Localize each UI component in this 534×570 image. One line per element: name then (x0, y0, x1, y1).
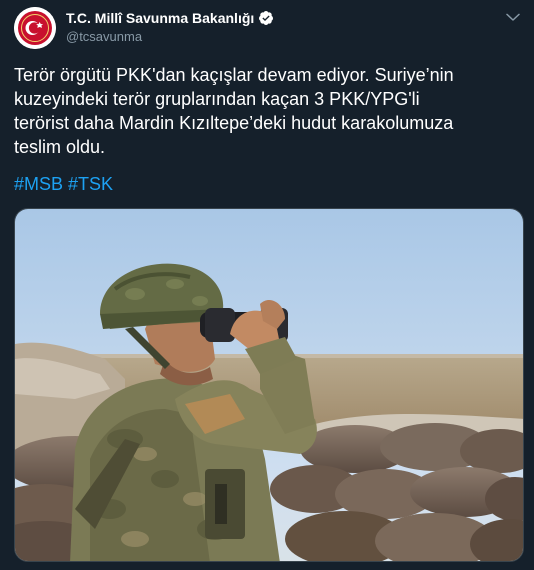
soldier-binoculars-photo (15, 209, 523, 561)
avatar[interactable] (14, 7, 56, 49)
hashtag-row: #MSB #TSK (14, 172, 113, 196)
tweet-text: Terör örgütü PKK'dan kaçışlar devam ediy… (14, 63, 524, 159)
tweet-card: T.C. Millî Savunma Bakanlığı @tcsavunma … (0, 0, 534, 570)
account-display-name[interactable]: T.C. Millî Savunma Bakanlığı (66, 10, 254, 26)
tweet-text-line: teslim oldu. (14, 137, 106, 157)
hashtag-link-msb[interactable]: #MSB (14, 174, 63, 194)
ministry-emblem-icon (14, 7, 56, 49)
tweet-text-line: terörist daha Mardin Kızıltepe’deki hudu… (14, 113, 454, 133)
tweet-text-line: kuzeyindeki terör gruplarından kaçan 3 P… (14, 89, 420, 109)
verified-badge-icon (258, 10, 274, 26)
hashtag-link-tsk[interactable]: #TSK (68, 174, 113, 194)
chevron-down-icon[interactable] (504, 8, 522, 26)
tweet-text-line: Terör örgütü PKK'dan kaçışlar devam ediy… (14, 65, 454, 85)
account-name-row: T.C. Millî Savunma Bakanlığı (66, 10, 274, 26)
account-handle[interactable]: @tcsavunma (66, 29, 142, 44)
tweet-photo[interactable] (14, 208, 524, 562)
